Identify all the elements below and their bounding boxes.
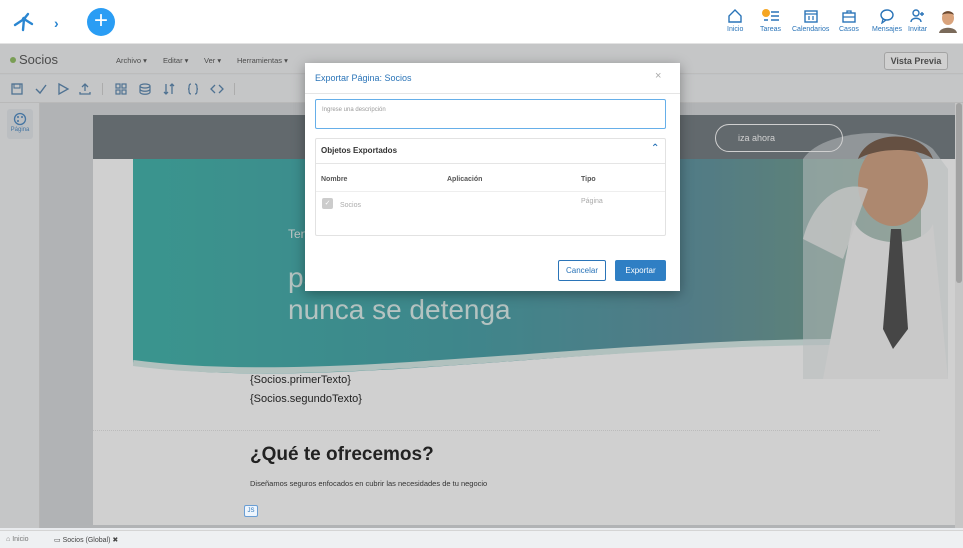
column-header-name: Nombre xyxy=(321,176,348,183)
nav-label: Casos xyxy=(839,26,859,33)
bottom-tab-bar: ⌂ Inicio ▭ Socios (Global) ✖ xyxy=(0,530,963,548)
tasks-icon xyxy=(761,9,779,21)
close-icon[interactable]: × xyxy=(655,70,661,82)
export-page-dialog: Exportar Página: Socios × Ingrese una de… xyxy=(305,63,680,291)
tab-inicio[interactable]: ⌂ Inicio xyxy=(6,536,29,543)
dialog-divider xyxy=(305,93,680,94)
section-heading: ¿Qué te ofrecemos? xyxy=(250,444,434,465)
section-description: Diseñamos seguros enfocados en cubrir la… xyxy=(250,479,488,488)
chevron-right-icon[interactable]: › xyxy=(54,15,59,31)
nav-casos[interactable]: Casos xyxy=(839,8,859,33)
nav-label: Invitar xyxy=(908,26,928,33)
export-button[interactable]: Exportar xyxy=(615,260,666,281)
row-checkbox[interactable]: ✓ xyxy=(322,198,333,209)
nav-label: Calendarios xyxy=(792,26,830,33)
nav-invitar[interactable]: Invitar xyxy=(908,8,927,33)
message-icon xyxy=(880,9,894,24)
invite-user-icon xyxy=(909,9,924,23)
nav-mensajes[interactable]: Mensajes xyxy=(872,8,902,33)
column-header-type: Tipo xyxy=(581,176,596,183)
close-tab-icon[interactable]: ✖ xyxy=(112,537,118,544)
nav-tareas[interactable]: Tareas xyxy=(760,8,781,33)
row-divider xyxy=(316,191,665,192)
cancel-button[interactable]: Cancelar xyxy=(558,260,606,281)
nav-label: Tareas xyxy=(760,26,782,33)
calendar-icon xyxy=(803,10,818,23)
nav-calendarios[interactable]: Calendarios xyxy=(792,8,829,33)
nav-label: Mensajes xyxy=(872,26,902,33)
second-text-variable: {Socios.segundoTexto} xyxy=(250,393,362,405)
nav-label: Inicio xyxy=(727,26,744,33)
briefcase-icon xyxy=(842,10,856,23)
js-block-button[interactable]: JS xyxy=(244,505,258,517)
column-header-app: Aplicación xyxy=(447,176,483,183)
exported-objects-panel: Objetos Exportados ⌃ Nombre Aplicación T… xyxy=(315,138,666,236)
panel-divider xyxy=(316,163,665,164)
first-text-variable: {Socios.primerTexto} xyxy=(250,374,351,386)
dialog-title: Exportar Página: Socios xyxy=(315,73,412,83)
nav-inicio[interactable]: Inicio xyxy=(727,8,743,33)
row-type: Página xyxy=(581,198,603,205)
tab-socios-global[interactable]: ▭ Socios (Global) ✖ xyxy=(54,536,118,544)
home-icon xyxy=(728,9,742,23)
tab-label: Inicio xyxy=(12,536,29,543)
top-bar: › + Inicio Tareas Calendarios Casos Mens… xyxy=(0,0,963,44)
row-name: Socios xyxy=(340,202,362,209)
section-divider xyxy=(93,430,880,431)
description-input[interactable]: Ingrese una descripción xyxy=(315,99,666,129)
add-new-button[interactable]: + xyxy=(87,8,115,36)
panel-title: Objetos Exportados xyxy=(321,146,398,155)
tab-label: Socios (Global) xyxy=(62,537,111,544)
chevron-up-icon[interactable]: ⌃ xyxy=(651,143,659,154)
user-avatar[interactable] xyxy=(938,9,958,33)
app-logo-icon[interactable] xyxy=(12,12,36,32)
